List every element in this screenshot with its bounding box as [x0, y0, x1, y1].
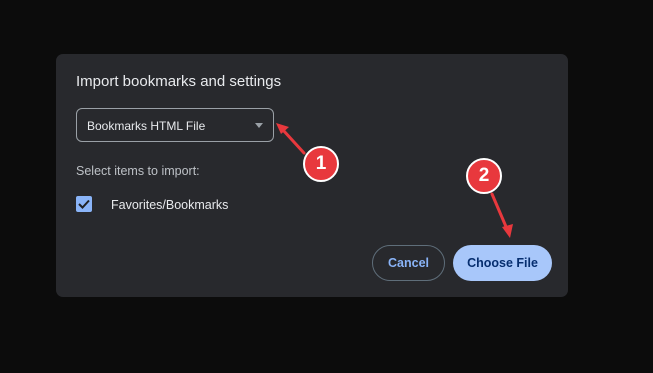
items-label: Select items to import:: [76, 164, 200, 178]
choose-file-button[interactable]: Choose File: [453, 245, 552, 281]
import-source-value: Bookmarks HTML File: [87, 119, 206, 133]
cancel-button[interactable]: Cancel: [372, 245, 445, 281]
favorites-label: Favorites/Bookmarks: [111, 198, 229, 212]
favorites-checkbox[interactable]: [76, 196, 92, 212]
import-source-select[interactable]: Bookmarks HTML File: [76, 108, 274, 142]
dialog-title: Import bookmarks and settings: [76, 73, 282, 90]
checkmark-icon: [78, 199, 90, 209]
dropdown-caret-icon: [255, 123, 263, 128]
import-dialog: Import bookmarks and settings Bookmarks …: [56, 54, 568, 297]
